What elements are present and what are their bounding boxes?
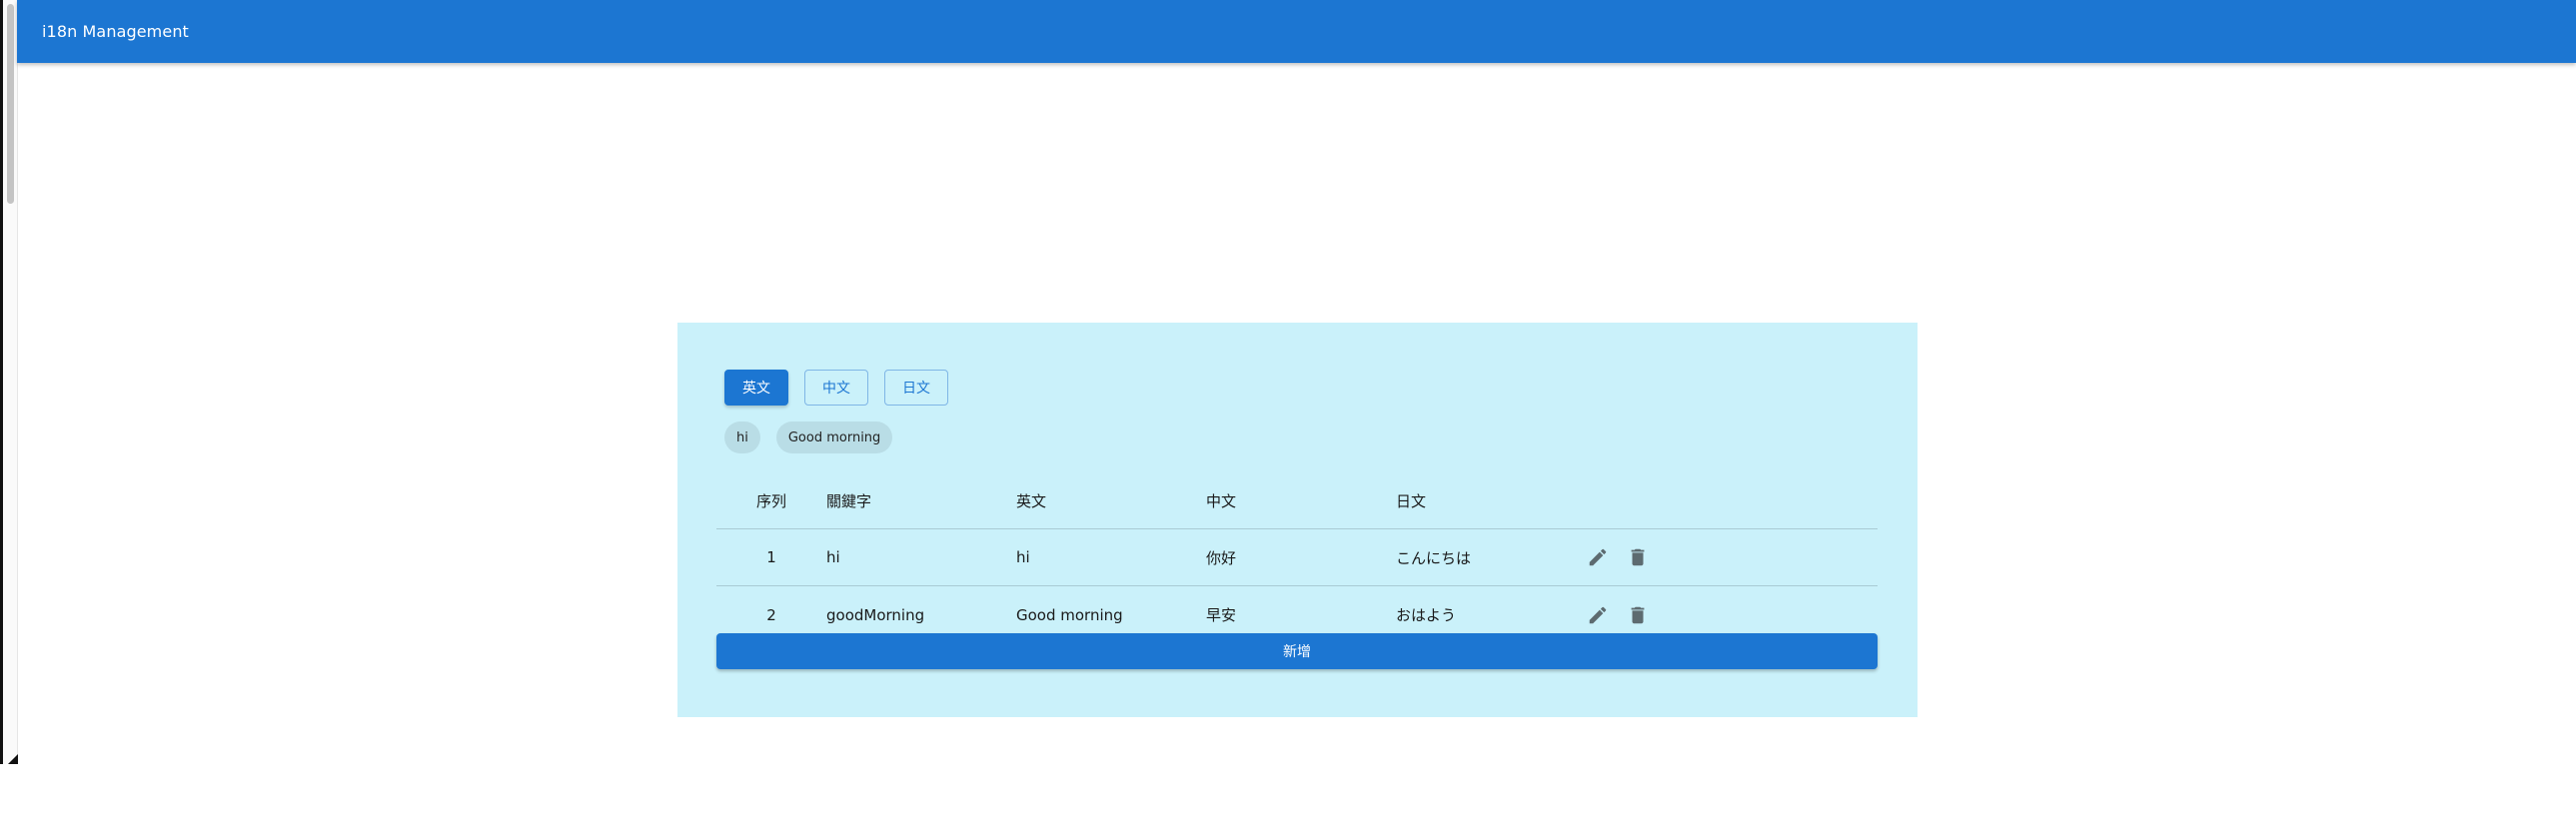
pencil-icon[interactable]	[1586, 545, 1610, 569]
row-chinese: 你好	[1206, 548, 1237, 567]
table-row: 1 hi hi 你好 こんにちは	[716, 529, 1878, 586]
pencil-icon[interactable]	[1586, 603, 1610, 627]
header-key: 關鍵字	[826, 491, 872, 510]
row-japanese: こんにちは	[1396, 548, 1472, 567]
row-key: hi	[826, 548, 840, 566]
row-index: 2	[766, 605, 776, 624]
header-chinese: 中文	[1206, 491, 1237, 510]
translation-panel: 英文 中文 日文 hi Good morning 序列 關鍵字 英文 中文 日文…	[677, 323, 1918, 717]
row-english: hi	[1016, 548, 1030, 566]
trash-icon[interactable]	[1626, 545, 1650, 569]
translation-chips: hi Good morning	[724, 421, 893, 453]
row-index: 1	[766, 548, 776, 566]
chip-good-morning[interactable]: Good morning	[775, 421, 893, 453]
row-key: goodMorning	[826, 605, 925, 624]
header-english: 英文	[1016, 491, 1047, 510]
resize-corner	[8, 754, 18, 764]
tab-english[interactable]: 英文	[724, 370, 788, 406]
header-index: 序列	[755, 491, 786, 510]
row-chinese: 早安	[1206, 606, 1237, 624]
chip-hi[interactable]: hi	[724, 421, 760, 453]
tab-chinese[interactable]: 中文	[804, 370, 868, 406]
table-header-row: 序列 關鍵字 英文 中文 日文	[716, 472, 1878, 529]
row-actions	[1586, 545, 1706, 569]
add-button[interactable]: 新增	[716, 633, 1878, 669]
trash-icon[interactable]	[1626, 603, 1650, 627]
app-title: i18n Management	[42, 22, 189, 41]
language-toggle-group: 英文 中文 日文	[724, 370, 948, 406]
tab-japanese[interactable]: 日文	[884, 370, 948, 406]
row-actions	[1586, 603, 1706, 627]
row-japanese: おはよう	[1396, 606, 1457, 624]
app-bar: i18n Management	[17, 0, 2576, 63]
scrollbar-thumb[interactable]	[7, 4, 14, 204]
translations-table: 序列 關鍵字 英文 中文 日文 1 hi hi 你好 こんにちは 2 goodM…	[716, 472, 1878, 643]
row-english: Good morning	[1016, 605, 1123, 624]
header-japanese: 日文	[1396, 491, 1427, 510]
